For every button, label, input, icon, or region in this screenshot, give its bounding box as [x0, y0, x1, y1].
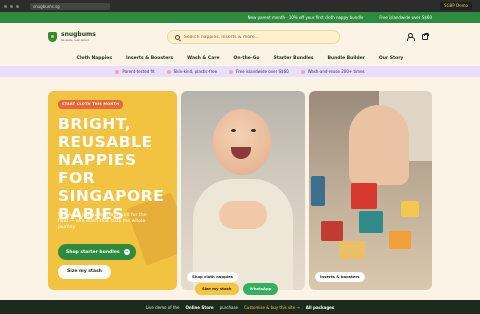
usp-label: Skin-kind, plastic-free [173, 69, 218, 74]
account-icon[interactable] [406, 33, 415, 41]
promo-bar: New parent month · 10% off your first cl… [0, 12, 480, 23]
usp-item: Skin-kind, plastic-free [166, 69, 218, 74]
usp-item: Free islandwide over S$60 [229, 69, 289, 74]
logo-tagline: Reusable. Leak-tested. [61, 39, 90, 42]
blocks-photo-card[interactable]: Inserts & boosters [309, 91, 432, 290]
teal-block [359, 211, 383, 233]
red-block [351, 183, 377, 209]
demo-product: Online Store [185, 304, 214, 310]
heart-icon [115, 69, 120, 74]
demo-chip[interactable]: SGBP Demo [440, 2, 472, 10]
nav-item-bundle-builder[interactable]: Bundle Builder [320, 56, 371, 61]
button-label: Shop starter bundles [66, 249, 120, 255]
search-icon [175, 34, 180, 40]
all-packages-link[interactable]: All packages [306, 305, 334, 310]
window-minimize-dot[interactable] [10, 4, 13, 8]
baby-photo-card[interactable]: Shop cloth nappies [181, 91, 305, 290]
baby-eye [231, 129, 236, 132]
inserts-boosters-link[interactable]: Inserts & boosters [315, 272, 365, 282]
logo-name[interactable]: snugbums [61, 31, 96, 38]
usp-item: Wash-and-reuse 200+ times [300, 69, 365, 74]
promo-text-2: Free islandwide over S$60 [379, 15, 432, 20]
arrow-right-icon: → [123, 249, 130, 255]
baby-eye [251, 129, 256, 132]
usp-label: Free islandwide over S$60 [236, 69, 289, 74]
recycle-icon [300, 69, 305, 74]
baby-hands [219, 201, 267, 229]
logo-icon[interactable] [48, 32, 57, 42]
blue-block [311, 176, 325, 206]
nav-item-cloth-nappies[interactable]: Cloth Nappies [70, 56, 119, 61]
red-block [321, 221, 343, 241]
demo-prefix: Live demo of the [145, 304, 180, 310]
nav-item-starter-bundles[interactable]: Starter Bundles [267, 56, 321, 61]
page: snugbums.sg SGBP Demo New parent month ·… [0, 0, 480, 314]
orange-block [389, 231, 411, 249]
hero-card: START CLOTH THIS MONTH BRIGHT, REUSABLE … [48, 91, 177, 290]
search-input[interactable] [184, 34, 334, 40]
promo-text-1: New parent month · 10% off your first cl… [247, 15, 364, 20]
whatsapp-button[interactable]: WhatsApp [242, 283, 279, 295]
shop-cloth-nappies-link[interactable]: Shop cloth nappies [187, 272, 238, 282]
size-my-stash-button[interactable]: Size my stash [58, 265, 111, 279]
baby-face-image [213, 109, 271, 175]
shop-starter-bundles-button[interactable]: Shop starter bundles → [58, 244, 136, 260]
hero-title: BRIGHT, REUSABLE NAPPIES FOR SINGAPORE B… [58, 115, 165, 223]
nav-item-wash-care[interactable]: Wash & Care [180, 56, 226, 61]
site-header: snugbums Reusable. Leak-tested. [0, 23, 480, 50]
cart-icon[interactable] [422, 32, 429, 40]
yellow-block [339, 241, 365, 259]
window-maximize-dot[interactable] [16, 4, 19, 8]
demo-bar: Live demo of the Online Store purchase C… [0, 300, 480, 314]
main-nav: Cloth Nappies Inserts & Boosters Wash & … [0, 50, 480, 66]
window-close-dot[interactable] [4, 4, 7, 8]
truck-icon [229, 69, 234, 74]
floating-actions: Size my stash WhatsApp [195, 283, 279, 295]
toddler-arm [349, 105, 409, 185]
leaf-icon [166, 69, 171, 74]
demo-suffix: purchase [219, 304, 239, 310]
nav-item-inserts-boosters[interactable]: Inserts & Boosters [119, 56, 180, 61]
yellow-block [401, 201, 419, 217]
usp-bar: Parent-tested fit Skin-kind, plastic-fre… [0, 66, 480, 77]
nav-item-on-the-go[interactable]: On-the-Go [227, 56, 267, 61]
nav-item-our-story[interactable]: Our Story [372, 56, 410, 61]
search-bar[interactable] [167, 30, 340, 44]
size-my-stash-floating-button[interactable]: Size my stash [195, 283, 239, 295]
customise-buy-link[interactable]: Customise & buy this site → [244, 305, 300, 310]
hero-eyebrow: START CLOTH THIS MONTH [58, 100, 124, 109]
usp-label: Wash-and-reuse 200+ times [307, 69, 365, 74]
usp-label: Parent-tested fit [122, 69, 155, 74]
usp-item: Parent-tested fit [115, 69, 155, 74]
address-bar[interactable]: snugbums.sg [30, 2, 110, 10]
hero-subtitle: Skin-kind, plastic-free and built for th… [58, 213, 147, 230]
browser-chrome: snugbums.sg SGBP Demo [0, 0, 480, 12]
